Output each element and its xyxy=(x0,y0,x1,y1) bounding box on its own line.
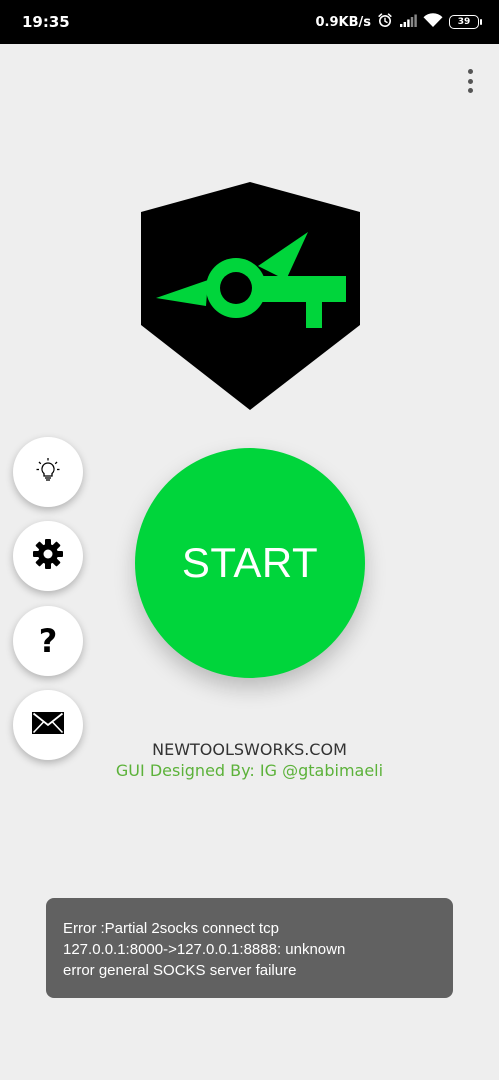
help-button[interactable]: ? xyxy=(13,606,83,676)
mail-icon xyxy=(31,711,65,739)
battery-icon: 39 xyxy=(449,15,482,29)
start-label: START xyxy=(181,539,319,586)
toast-line: 127.0.0.1:8000->127.0.0.1:8888: unknown xyxy=(63,941,346,958)
settings-button[interactable] xyxy=(13,521,83,591)
net-speed: 0.9KB/s xyxy=(315,14,372,30)
start-button[interactable]: START xyxy=(135,448,365,678)
alarm-icon xyxy=(377,12,393,32)
error-toast: Error :Partial 2socks connect tcp 127.0.… xyxy=(46,898,453,998)
toast-line: error general SOCKS server failure xyxy=(63,962,297,979)
credit-text: GUI Designed By: IG @gtabimaeli xyxy=(115,761,384,780)
status-bar: 19:35 0.9KB/s 39 xyxy=(0,0,499,44)
more-vert-icon xyxy=(467,69,473,74)
lightbulb-icon xyxy=(35,457,61,487)
more-options-button[interactable] xyxy=(458,66,482,96)
battery-level: 39 xyxy=(457,16,471,27)
gear-icon xyxy=(32,538,64,574)
status-time: 19:35 xyxy=(22,13,70,31)
wifi-icon xyxy=(423,12,443,32)
website-link[interactable]: NEWTOOLSWORKS.COM xyxy=(0,740,499,759)
signal-icon xyxy=(399,13,417,32)
status-indicators: 0.9KB/s 39 xyxy=(315,12,482,32)
toast-line: Error :Partial 2socks connect tcp xyxy=(63,920,279,937)
ideas-button[interactable] xyxy=(13,437,83,507)
help-icon: ? xyxy=(38,622,58,660)
app-logo xyxy=(138,180,363,412)
